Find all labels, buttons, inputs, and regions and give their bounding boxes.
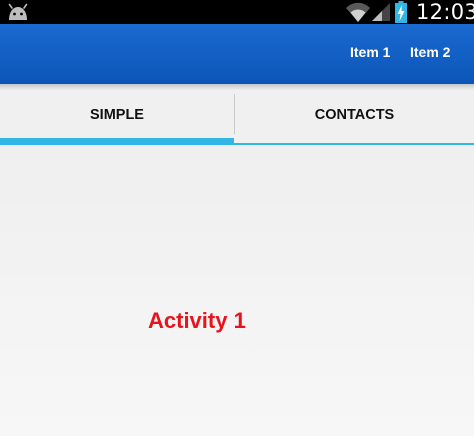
android-icon: [8, 3, 28, 20]
action-bar: Item 1 Item 2: [0, 24, 474, 84]
wifi-icon: [346, 2, 370, 22]
tab-simple[interactable]: SIMPLE: [0, 84, 234, 146]
action-bar-shadow: [0, 84, 474, 90]
battery-charging-icon: [395, 1, 407, 23]
action-item-1[interactable]: Item 1: [350, 24, 390, 84]
tab-strip: SIMPLE CONTACTS: [0, 84, 474, 146]
tab-contacts[interactable]: CONTACTS: [235, 84, 474, 146]
action-item-2[interactable]: Item 2: [410, 24, 450, 84]
activity-label: Activity 1: [148, 308, 246, 333]
status-bar: 12:03: [0, 0, 474, 24]
content-area: Activity 1: [0, 146, 474, 436]
tab-selected-indicator: [0, 138, 234, 145]
signal-icon: [372, 3, 390, 21]
status-clock: 12:03: [416, 0, 474, 24]
